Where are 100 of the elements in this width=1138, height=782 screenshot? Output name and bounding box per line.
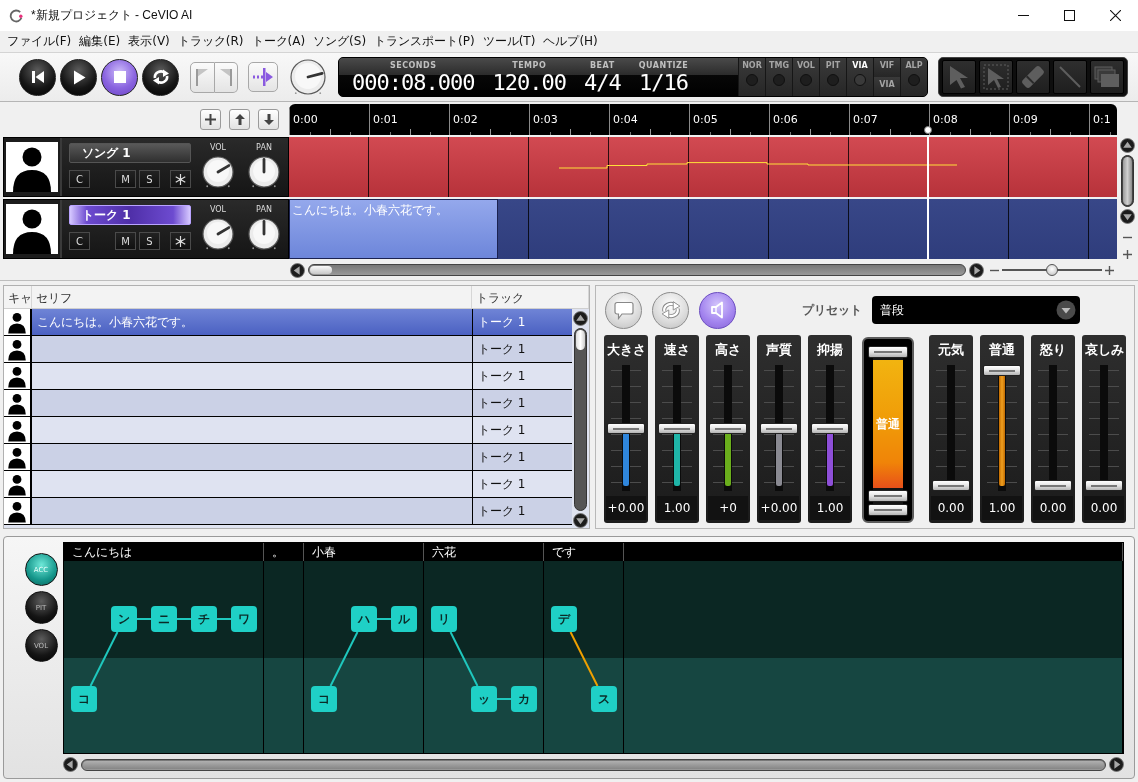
mora-node[interactable]: デ	[551, 606, 577, 632]
slider-track[interactable]	[1034, 365, 1072, 491]
parameter-toggle[interactable]: VIA	[873, 77, 900, 96]
mode-button[interactable]	[605, 291, 642, 329]
scroll-down-icon[interactable]	[1119, 208, 1135, 224]
end-marker-button[interactable]	[214, 61, 238, 93]
slider-track[interactable]	[1085, 365, 1123, 491]
parameter-toggle[interactable]: VIF	[873, 58, 900, 77]
menu-item[interactable]: ソング(S)	[309, 31, 371, 52]
knob[interactable]	[200, 216, 236, 252]
slider-thumb[interactable]	[709, 422, 747, 434]
scrollbar-thumb[interactable]	[310, 266, 332, 274]
column-header[interactable]: トラック	[472, 286, 589, 308]
scroll-down-icon[interactable]	[573, 513, 588, 528]
knob-pointer[interactable]	[262, 158, 266, 174]
parameter-toggle[interactable]: ALP	[900, 58, 927, 96]
knob-pointer[interactable]	[262, 220, 266, 236]
slider-thumb[interactable]	[811, 422, 849, 434]
mora-node[interactable]: チ	[191, 606, 217, 632]
mora-node[interactable]: ン	[111, 606, 137, 632]
scrollbar-track[interactable]	[308, 264, 966, 276]
tool-button[interactable]	[942, 60, 976, 94]
scroll-up-icon[interactable]	[1119, 138, 1135, 153]
slider-track[interactable]	[983, 365, 1021, 491]
scroll-right-icon[interactable]	[969, 262, 984, 278]
track-toggle-button[interactable]: M	[115, 232, 136, 250]
plus-icon[interactable]	[1122, 250, 1132, 259]
playhead-handle[interactable]	[924, 126, 933, 134]
menu-item[interactable]: ヘルプ(H)	[539, 31, 602, 52]
slider-thumb[interactable]	[1034, 480, 1072, 491]
mode-button[interactable]	[699, 291, 736, 329]
table-row[interactable]: トーク 1	[4, 471, 572, 498]
track-toggle-button[interactable]: M	[115, 170, 136, 188]
start-marker-button[interactable]	[190, 61, 215, 93]
freeze-button[interactable]	[170, 232, 191, 250]
scroll-right-icon[interactable]	[1109, 757, 1124, 772]
scrollbar-track[interactable]	[574, 328, 587, 511]
parameter-toggle[interactable]: VIA	[846, 58, 873, 96]
slider-thumb[interactable]	[983, 365, 1021, 376]
table-row[interactable]: トーク 1	[4, 390, 572, 417]
scroll-left-icon[interactable]	[290, 262, 305, 278]
slider-thumb[interactable]	[868, 504, 908, 516]
marker-jump-button[interactable]	[248, 62, 278, 92]
track-name-button[interactable]: ソング 1	[69, 143, 191, 163]
mora-node[interactable]: ハ	[351, 606, 377, 632]
parameter-toggle[interactable]: NOR	[738, 58, 765, 96]
slider-thumb[interactable]	[932, 480, 970, 491]
track-toggle-button[interactable]: C	[69, 232, 90, 250]
scroll-left-icon[interactable]	[63, 757, 78, 772]
move-down-button[interactable]	[258, 109, 279, 130]
table-row[interactable]: トーク 1	[4, 336, 572, 363]
menu-item[interactable]: トランスポート(P)	[370, 31, 479, 52]
mora-node[interactable]: ル	[391, 606, 417, 632]
track-toggle-button[interactable]: S	[139, 170, 160, 188]
knob-pointer[interactable]	[306, 71, 324, 79]
mora-node[interactable]: リ	[431, 606, 457, 632]
parameter-toggle[interactable]: PIT	[819, 58, 846, 96]
menu-item[interactable]: 編集(E)	[75, 31, 125, 52]
mora-node[interactable]: コ	[71, 686, 97, 712]
slider-thumb[interactable]	[1085, 480, 1123, 491]
stop-button[interactable]	[101, 58, 138, 96]
tool-button[interactable]	[979, 60, 1013, 94]
table-row[interactable]: トーク 1	[4, 417, 572, 444]
skip-back-button[interactable]	[19, 58, 56, 96]
table-row[interactable]: こんにちは。小春六花です。 トーク 1	[4, 309, 572, 336]
knob[interactable]	[288, 57, 328, 97]
mora-node[interactable]: ス	[591, 686, 617, 712]
tool-button[interactable]	[1016, 60, 1050, 94]
parameter-toggle[interactable]: VOL	[792, 58, 819, 96]
menu-item[interactable]: 表示(V)	[124, 31, 174, 52]
table-row[interactable]: トーク 1	[4, 498, 572, 525]
slider-thumb[interactable]	[658, 422, 696, 434]
tool-button[interactable]	[1090, 60, 1124, 94]
mode-button[interactable]	[652, 291, 689, 329]
play-button[interactable]	[60, 58, 97, 96]
freeze-button[interactable]	[170, 170, 191, 188]
preset-dropdown[interactable]: 普段	[872, 296, 1080, 324]
scrollbar-thumb[interactable]	[576, 330, 585, 350]
move-up-button[interactable]	[229, 109, 250, 130]
menu-item[interactable]: トラック(R)	[173, 31, 248, 52]
column-header[interactable]: キャ	[4, 286, 32, 308]
slider-thumb[interactable]	[760, 422, 798, 434]
add-track-button[interactable]	[200, 109, 221, 130]
track-name-button[interactable]: トーク 1	[69, 205, 191, 225]
knob-pointer[interactable]	[216, 225, 231, 236]
menu-item[interactable]: トーク(A)	[247, 31, 310, 52]
parameter-toggle[interactable]: TMG	[765, 58, 792, 96]
knob[interactable]	[246, 154, 282, 190]
slider-thumb[interactable]	[607, 422, 645, 434]
slider-thumb[interactable]	[868, 490, 908, 502]
mora-node[interactable]: ッ	[471, 686, 497, 712]
knob-pointer[interactable]	[216, 163, 231, 174]
mora-node[interactable]: ニ	[151, 606, 177, 632]
column-header[interactable]: セリフ	[32, 286, 472, 308]
mora-node[interactable]: コ	[311, 686, 337, 712]
slider-track[interactable]	[932, 365, 970, 491]
track-toggle-button[interactable]: S	[139, 232, 160, 250]
table-row[interactable]: トーク 1	[4, 363, 572, 390]
mora-node[interactable]: ワ	[231, 606, 257, 632]
track-toggle-button[interactable]: C	[69, 170, 90, 188]
